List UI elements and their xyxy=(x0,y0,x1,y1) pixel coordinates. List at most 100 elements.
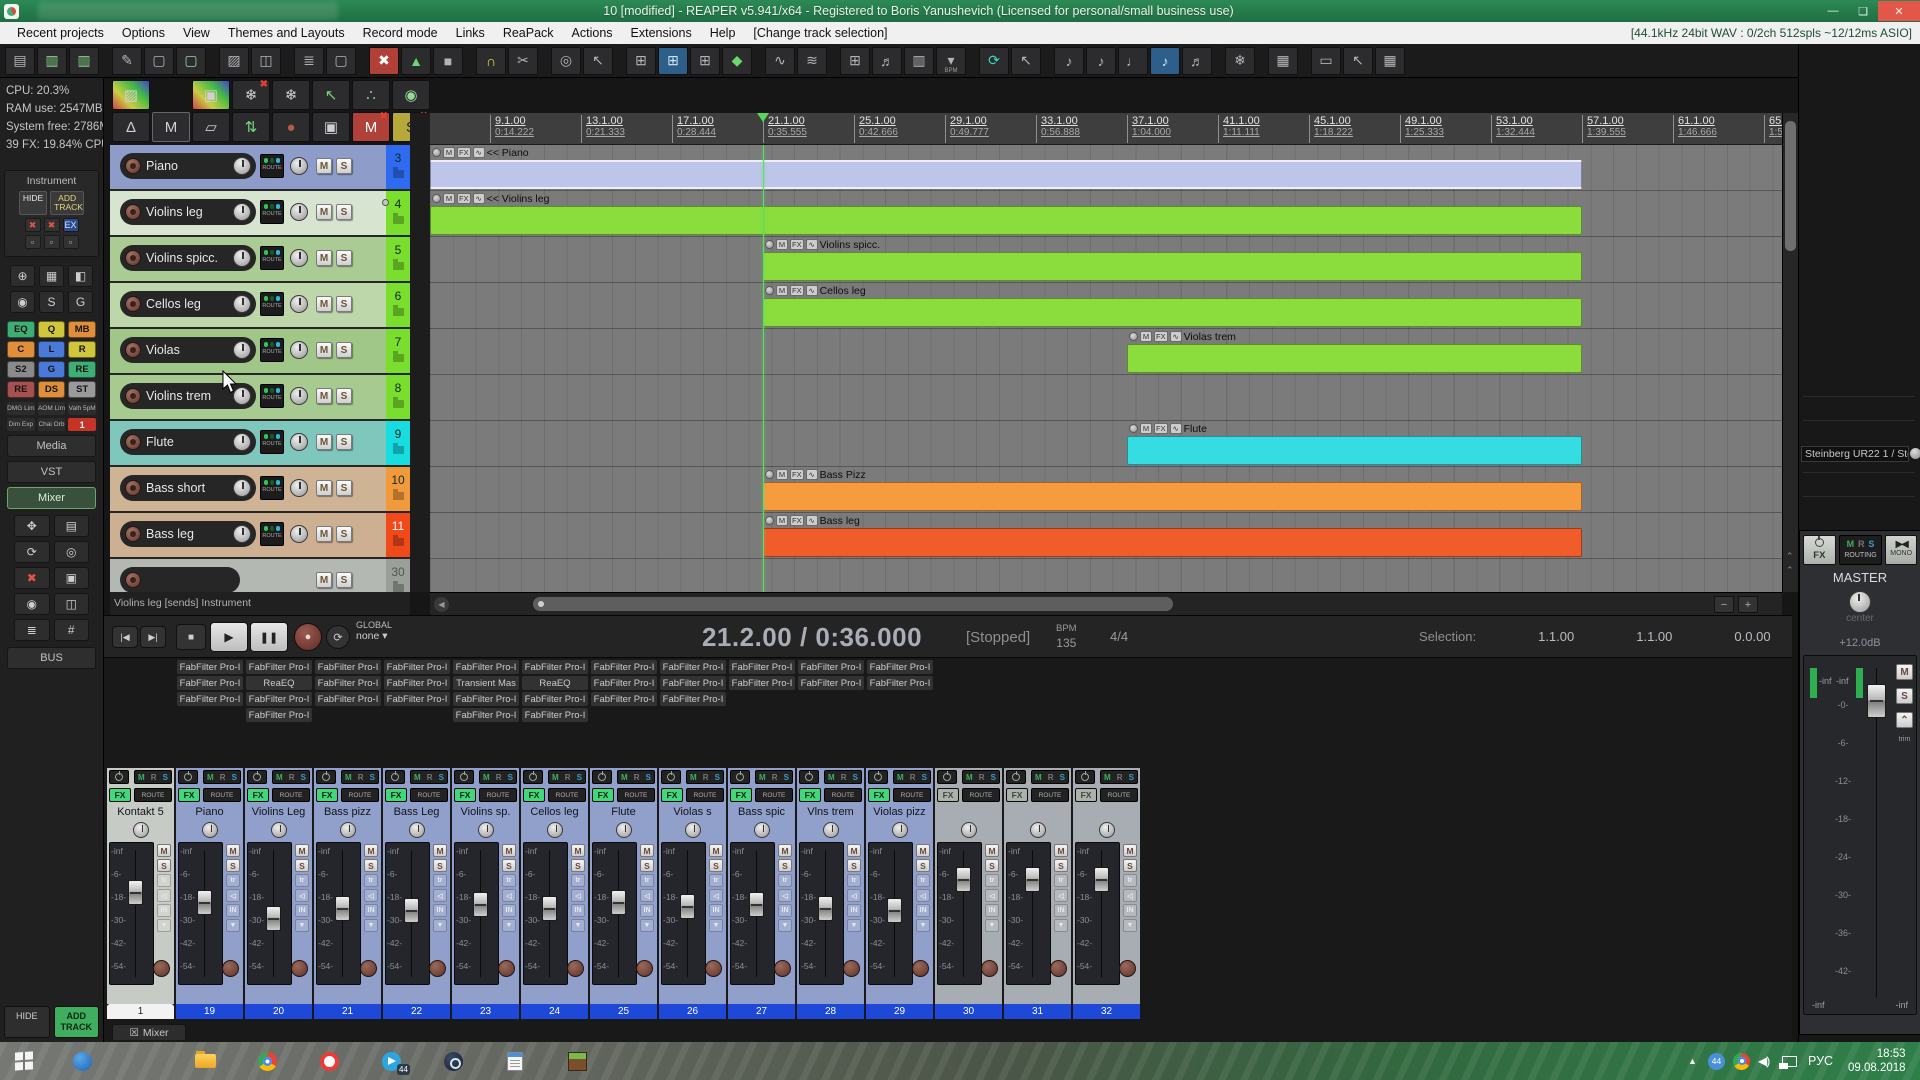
strip-trim-button[interactable]: tr xyxy=(364,874,378,887)
strip-route-button[interactable]: ROUTE xyxy=(686,788,724,802)
item-knob-icon[interactable] xyxy=(765,470,774,479)
strip-fader-handle[interactable] xyxy=(818,896,833,921)
strip-fader-handle[interactable] xyxy=(749,892,764,917)
menu-item-links[interactable]: Links xyxy=(447,26,494,40)
record-arm-button[interactable] xyxy=(125,434,141,450)
route-button[interactable]: ROUTE xyxy=(260,154,284,178)
record-arm-button[interactable] xyxy=(125,342,141,358)
item-fx-button[interactable]: FX xyxy=(457,193,471,204)
horizontal-scrollbar[interactable]: ◀ − + xyxy=(430,592,1782,615)
strip-mute-button[interactable]: M xyxy=(502,844,516,857)
strip-record-arm-button[interactable] xyxy=(498,960,515,977)
strip-record-arm-button[interactable] xyxy=(705,960,722,977)
strip-pan-knob[interactable] xyxy=(1099,822,1115,838)
mixer-strip-bass-spic[interactable]: MRSFXROUTEBass spic-inf-6--18--30--42--5… xyxy=(728,768,795,1004)
routing-grid-icon[interactable]: ⊞ xyxy=(840,47,870,75)
media-item-header[interactable]: MFX∿<< Violins leg xyxy=(432,192,549,205)
strip-phase-icon[interactable]: ◁ xyxy=(1123,889,1137,902)
strip-record-arm-button[interactable] xyxy=(636,960,653,977)
strip-mute-button[interactable]: M xyxy=(916,844,930,857)
fx-shortcut-eq[interactable]: EQ xyxy=(7,321,35,338)
strip-input-button[interactable]: IN xyxy=(157,904,171,917)
strip-input-button[interactable]: IN xyxy=(916,904,930,917)
menu-item-themes-and-layouts[interactable]: Themes and Layouts xyxy=(219,26,354,40)
strip-trim-button[interactable]: tr xyxy=(433,874,447,887)
inst-opt2-icon[interactable]: ▫ xyxy=(44,235,60,249)
strip-pan-knob[interactable] xyxy=(685,822,701,838)
save-icon[interactable]: ▤ xyxy=(5,47,35,75)
media-item-header[interactable]: MFX∿Bass Pizz xyxy=(765,468,866,481)
taskbar-minecraft-icon[interactable] xyxy=(557,1047,597,1075)
go-to-end-button[interactable]: ▶| xyxy=(140,626,166,648)
scroll-left-icon[interactable]: ◀ xyxy=(434,597,449,612)
track-row-violas[interactable]: ViolasROUTEMS7 xyxy=(110,329,410,373)
strip-input-dropdown-icon[interactable]: ▼ xyxy=(157,919,171,932)
record-small-icon[interactable]: ◉ xyxy=(14,593,50,615)
strip-mute-button[interactable]: M xyxy=(571,844,585,857)
pan-knob[interactable] xyxy=(290,387,308,405)
globe-icon[interactable]: ⊕ xyxy=(10,265,35,287)
fx-insert-cell[interactable]: FabFilter Pro-I xyxy=(729,676,795,690)
strip-record-arm-button[interactable] xyxy=(567,960,584,977)
strip-fx-button[interactable]: FX xyxy=(109,788,131,802)
strip-input-dropdown-icon[interactable]: ▼ xyxy=(916,919,930,932)
strip-input-dropdown-icon[interactable]: ▼ xyxy=(502,919,516,932)
strip-mute-button[interactable]: M xyxy=(709,844,723,857)
strip-input-dropdown-icon[interactable]: ▼ xyxy=(295,919,309,932)
strip-record-arm-button[interactable] xyxy=(1119,960,1136,977)
strip-fader-handle[interactable] xyxy=(542,896,557,921)
mixer-strip-violas-s[interactable]: MRSFXROUTEViolas s-inf-6--18--30--42--54… xyxy=(659,768,726,1004)
strip-fx-button[interactable]: FX xyxy=(937,788,959,802)
strip-number-tab[interactable]: 23 xyxy=(452,1004,519,1019)
mixer-strip-kontakt-5[interactable]: MRSFXROUTEKontakt 5-inf-6--18--30--42--5… xyxy=(107,768,174,1004)
strip-trim-button[interactable]: tr xyxy=(1054,874,1068,887)
record-arm-button[interactable] xyxy=(125,480,141,496)
strip-input-button[interactable]: IN xyxy=(709,904,723,917)
master-fader-handle[interactable] xyxy=(1867,684,1886,718)
item-envelope-icon[interactable]: ∿ xyxy=(806,285,818,296)
strip-mute-button[interactable]: M xyxy=(364,844,378,857)
route-button[interactable]: ROUTE xyxy=(260,430,284,454)
strip-mrs-buttons[interactable]: MRS xyxy=(893,770,931,784)
strip-mute-button[interactable]: M xyxy=(847,844,861,857)
network-icon[interactable] xyxy=(1782,1042,1797,1080)
strip-input-dropdown-icon[interactable]: ▼ xyxy=(778,919,792,932)
strip-mute-button[interactable]: M xyxy=(226,844,240,857)
master-solo-button[interactable]: S xyxy=(1896,688,1913,704)
fx-insert-cell[interactable]: ReaEQ xyxy=(522,676,588,690)
strip-solo-button[interactable]: S xyxy=(502,859,516,872)
zoom-in-button[interactable]: + xyxy=(1738,596,1758,613)
strip-fader-handle[interactable] xyxy=(1094,867,1109,892)
mute-button[interactable]: M xyxy=(316,158,332,174)
mixer-strip-violins-leg[interactable]: MRSFXROUTEViolins Leg-inf-6--18--30--42-… xyxy=(245,768,312,1004)
sidebar-nav-vst[interactable]: VST xyxy=(7,461,96,483)
pan-knob[interactable] xyxy=(290,157,308,175)
record-arm-button[interactable] xyxy=(125,388,141,404)
strip-power-button[interactable] xyxy=(247,770,267,784)
strip-phase-icon[interactable]: ◁ xyxy=(295,889,309,902)
fx-shortcut-re[interactable]: RE xyxy=(7,381,35,398)
media-item-bass-pizz[interactable] xyxy=(763,482,1582,511)
strip-mrs-buttons[interactable]: MRS xyxy=(755,770,793,784)
fx-insert-cell[interactable]: FabFilter Pro-I xyxy=(798,676,864,690)
strip-record-arm-button[interactable] xyxy=(429,960,446,977)
strip-mrs-buttons[interactable]: MRS xyxy=(548,770,586,784)
fx-insert-cell[interactable]: FabFilter Pro-I xyxy=(453,692,519,706)
bpm-display[interactable]: BPM 135 xyxy=(1056,621,1077,651)
track-row-bass-leg[interactable]: Bass legROUTEMS11 xyxy=(110,513,410,557)
strip-power-button[interactable] xyxy=(799,770,819,784)
fx-shortcut-g[interactable]: G xyxy=(38,361,66,378)
strip-mrs-buttons[interactable]: MRS xyxy=(824,770,862,784)
strip-trim-button[interactable]: tr xyxy=(226,874,240,887)
sidebar-nav-mixer[interactable]: Mixer xyxy=(7,487,96,509)
media-item-bass-leg[interactable] xyxy=(763,528,1582,557)
volume-knob[interactable] xyxy=(233,295,251,313)
fx-insert-cell[interactable]: FabFilter Pro-I xyxy=(177,660,243,674)
scroll-up2-icon[interactable]: ⌃ xyxy=(1786,565,1794,576)
freeze-track-icon[interactable]: ❄ xyxy=(272,80,310,110)
theme-paint-icon[interactable]: ▨ xyxy=(112,80,150,110)
strip-mrs-buttons[interactable]: MRS xyxy=(686,770,724,784)
zoom-icon[interactable]: ◎ xyxy=(551,47,581,75)
strip-fx-button[interactable]: FX xyxy=(592,788,614,802)
mixer-strip-bass-pizz[interactable]: MRSFXROUTEBass pizz-inf-6--18--30--42--5… xyxy=(314,768,381,1004)
